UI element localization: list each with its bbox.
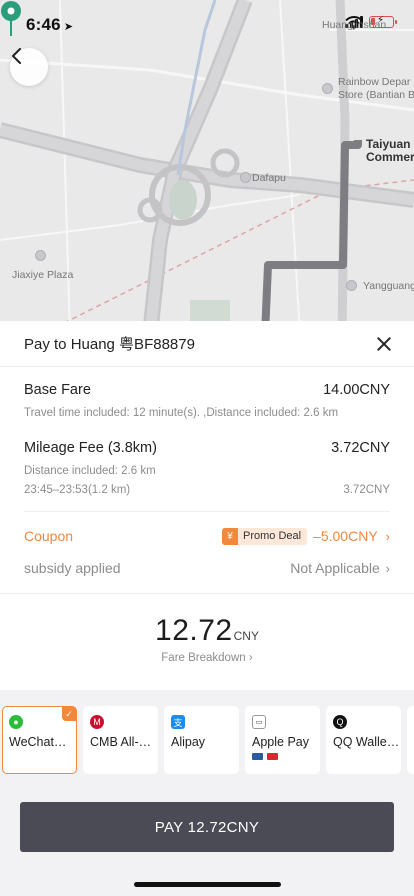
payee-header: Pay to Huang 粤BF88879 bbox=[0, 321, 414, 367]
chevron-left-icon bbox=[12, 48, 21, 64]
payment-methods: ● WeChat… ✓ M CMB All-… 支 Alipay ▭ Apple… bbox=[0, 706, 414, 778]
mileage-segment-value: 3.72CNY bbox=[343, 484, 390, 496]
subsidy-value: Not Applicable bbox=[290, 560, 380, 576]
map-view[interactable]: 6:46 ➤ ⚡ Huangjinshan Rainbow Depar Store… bbox=[0, 0, 414, 335]
map-label-huangjinshan: Huangjinshan bbox=[322, 19, 387, 31]
poi-marker-icon bbox=[346, 280, 357, 291]
back-button[interactable] bbox=[10, 48, 48, 86]
promo-deal-label: Promo Deal bbox=[242, 530, 302, 542]
payee-title: Pay to Huang 粤BF88879 bbox=[24, 336, 195, 353]
total-amount: 12.72 bbox=[155, 614, 233, 647]
payment-method-apple-pay[interactable]: ▭ Apple Pay bbox=[245, 706, 320, 774]
map-label-taiyuan-commercial: Taiyuan Commer bbox=[366, 137, 414, 164]
base-fare-label: Base Fare bbox=[24, 382, 91, 398]
total-summary: 12.72CNY Fare Breakdown › bbox=[0, 593, 414, 690]
subsidy-row[interactable]: subsidy applied Not Applicable › bbox=[24, 560, 390, 582]
chevron-right-icon: › bbox=[385, 528, 390, 544]
base-fare-value: 14.00CNY bbox=[323, 382, 390, 398]
card-brand-icons bbox=[252, 753, 320, 760]
mileage-fee-value: 3.72CNY bbox=[331, 440, 390, 456]
poi-marker-icon bbox=[35, 250, 46, 261]
applepay-icon: ▭ bbox=[252, 715, 266, 729]
payment-method-label: Apple Pay bbox=[252, 735, 309, 749]
coupon-row[interactable]: Coupon ¥ Promo Deal –5.00CNY › bbox=[24, 512, 390, 560]
chevron-right-icon: › bbox=[385, 561, 390, 576]
payment-method-more[interactable]: C bbox=[407, 706, 414, 774]
mileage-fee-label: Mileage Fee (3.8km) bbox=[24, 440, 157, 456]
mileage-note: Distance included: 2.6 km bbox=[24, 465, 156, 477]
destination-pin-icon bbox=[1, 1, 21, 36]
total-unit: CNY bbox=[233, 629, 259, 643]
payment-method-label: QQ Walle… bbox=[333, 735, 400, 749]
payment-method-qq-wallet[interactable]: Q QQ Walle… bbox=[326, 706, 401, 774]
status-time: 6:46 ➤ bbox=[26, 15, 74, 34]
payment-method-alipay[interactable]: 支 Alipay bbox=[164, 706, 239, 774]
base-fare-note: Travel time included: 12 minute(s). ,Dis… bbox=[24, 407, 339, 419]
fare-breakdown-link[interactable]: Fare Breakdown › bbox=[0, 652, 414, 664]
map-label-jiaxiye-plaza: Jiaxiye Plaza bbox=[12, 269, 74, 281]
payment-method-cmb[interactable]: M CMB All-… bbox=[83, 706, 158, 774]
poi-marker-icon bbox=[322, 83, 333, 94]
payment-method-label: Alipay bbox=[171, 735, 206, 749]
fare-details: Base Fare 14.00CNY Travel time included:… bbox=[0, 367, 414, 593]
yen-icon: ¥ bbox=[221, 527, 238, 545]
payment-method-wechat[interactable]: ● WeChat… ✓ bbox=[2, 706, 77, 774]
promo-deal-tag: ¥ Promo Deal bbox=[221, 527, 308, 545]
subsidy-label: subsidy applied bbox=[24, 560, 121, 576]
location-arrow-icon: ➤ bbox=[63, 21, 74, 33]
wechat-icon: ● bbox=[9, 715, 23, 729]
qq-icon: Q bbox=[333, 715, 347, 729]
home-indicator bbox=[134, 882, 281, 887]
check-icon: ✓ bbox=[62, 707, 76, 721]
pay-button[interactable]: PAY 12.72CNY bbox=[20, 802, 394, 852]
poi-marker-icon bbox=[240, 172, 251, 183]
map-label-rainbow-department-store: Rainbow Depar Store (Bantian B bbox=[338, 76, 414, 101]
alipay-icon: 支 bbox=[171, 715, 185, 729]
chevron-right-icon: › bbox=[248, 652, 253, 664]
close-icon[interactable] bbox=[374, 334, 394, 354]
payment-method-label: CMB All-… bbox=[90, 735, 152, 749]
mileage-segment-label: 23:45–23:53(1.2 km) bbox=[24, 484, 131, 496]
payment-method-label: WeChat… bbox=[9, 735, 67, 749]
coupon-label: Coupon bbox=[24, 528, 74, 544]
cmb-icon: M bbox=[90, 715, 104, 729]
coupon-value: –5.00CNY bbox=[313, 528, 378, 544]
payment-sheet: Pay to Huang 粤BF88879 Base Fare 14.00CNY… bbox=[0, 321, 414, 896]
map-label-dafapu: Dafapu bbox=[252, 172, 286, 184]
map-label-yangguang: Yangguang bbox=[363, 280, 414, 292]
